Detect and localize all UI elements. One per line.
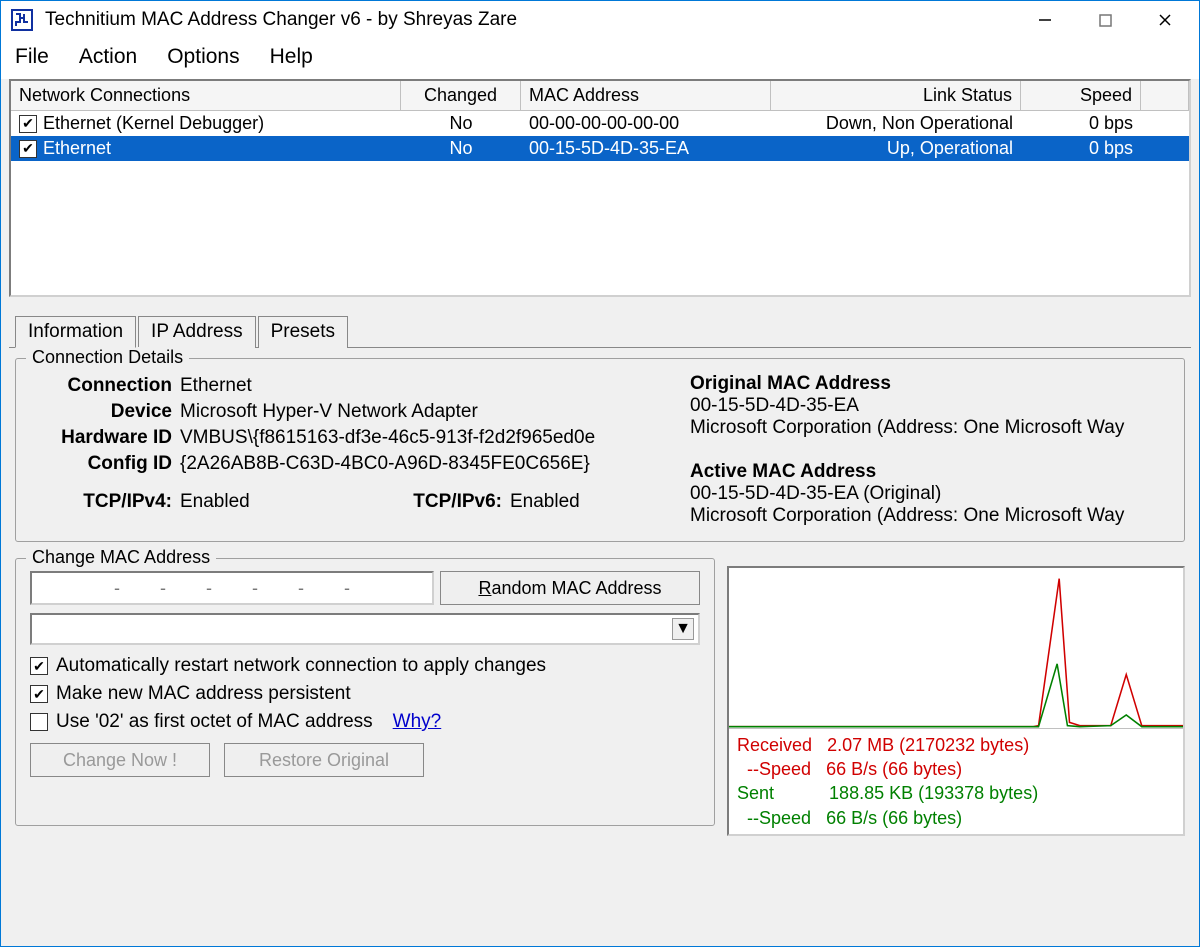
traffic-graph: Received 2.07 MB (2170232 bytes) --Speed… [727, 566, 1185, 836]
connections-list[interactable]: Network Connections Changed MAC Address … [9, 79, 1191, 297]
label-connection: Connection [30, 375, 180, 397]
auto-restart-label: Automatically restart network connection… [56, 655, 546, 677]
row-name: Ethernet (Kernel Debugger) [43, 113, 264, 134]
app-icon [9, 7, 35, 33]
connection-details-legend: Connection Details [26, 347, 189, 368]
recv-speed: 66 B/s (66 bytes) [826, 759, 962, 779]
persistent-label: Make new MAC address persistent [56, 683, 351, 705]
content-area: Network Connections Changed MAC Address … [1, 79, 1199, 946]
window-buttons [1015, 2, 1195, 38]
header-speed[interactable]: Speed [1021, 81, 1141, 110]
titlebar: Technitium MAC Address Changer v6 - by S… [1, 1, 1199, 39]
label-device: Device [30, 401, 180, 423]
tab-presets[interactable]: Presets [258, 316, 348, 348]
random-mac-button[interactable]: Random MAC Address [440, 571, 700, 605]
row-mac: 00-15-5D-4D-35-EA [521, 136, 771, 161]
use02-checkbox[interactable] [30, 713, 48, 731]
restore-original-button[interactable]: Restore Original [224, 743, 424, 777]
why-link[interactable]: Why? [393, 711, 442, 733]
value-ipv6: Enabled [510, 491, 670, 513]
maximize-button[interactable] [1075, 2, 1135, 38]
graph-stats: Received 2.07 MB (2170232 bytes) --Speed… [729, 728, 1183, 834]
tab-body: Connection Details Connection Ethernet D… [9, 347, 1191, 938]
close-button[interactable] [1135, 2, 1195, 38]
menu-help[interactable]: Help [270, 45, 313, 69]
value-hwid: VMBUS\{f8615163-df3e-46c5-913f-f2d2f965e… [180, 427, 670, 449]
original-mac-vendor: Microsoft Corporation (Address: One Micr… [690, 417, 1170, 439]
change-mac-group: Change MAC Address ------ Random MAC Add… [15, 558, 715, 826]
auto-restart-checkbox[interactable]: ✔ [30, 657, 48, 675]
connection-details-group: Connection Details Connection Ethernet D… [15, 358, 1185, 542]
sent-speed: 66 B/s (66 bytes) [826, 808, 962, 828]
recv-value: 2.07 MB (2170232 bytes) [827, 735, 1029, 755]
row-link: Up, Operational [771, 136, 1021, 161]
use02-label: Use '02' as first octet of MAC address [56, 711, 373, 733]
recv-label: Received [737, 735, 812, 755]
sent-label: Sent [737, 783, 774, 803]
graph-area [729, 568, 1183, 728]
list-row[interactable]: ✔ Ethernet No 00-15-5D-4D-35-EA Up, Oper… [11, 136, 1189, 161]
recv-speed-label: --Speed [747, 759, 811, 779]
app-window: Technitium MAC Address Changer v6 - by S… [0, 0, 1200, 947]
list-header: Network Connections Changed MAC Address … [11, 81, 1189, 111]
chevron-down-icon: ▼ [672, 618, 694, 640]
row-changed: No [401, 111, 521, 136]
label-cfgid: Config ID [30, 453, 180, 475]
value-ipv4: Enabled [180, 491, 380, 513]
value-cfgid: {2A26AB8B-C63D-4BC0-A96D-8345FE0C656E} [180, 453, 670, 475]
value-device: Microsoft Hyper-V Network Adapter [180, 401, 670, 423]
row-changed: No [401, 136, 521, 161]
row-link: Down, Non Operational [771, 111, 1021, 136]
active-mac-vendor: Microsoft Corporation (Address: One Micr… [690, 505, 1170, 527]
minimize-button[interactable] [1015, 2, 1075, 38]
sent-value: 188.85 KB (193378 bytes) [829, 783, 1038, 803]
header-name[interactable]: Network Connections [11, 81, 401, 110]
header-changed[interactable]: Changed [401, 81, 521, 110]
mac-input[interactable]: ------ [30, 571, 434, 605]
label-ipv4: TCP/IPv4: [30, 491, 180, 513]
label-hwid: Hardware ID [30, 427, 180, 449]
label-ipv6: TCP/IPv6: [380, 491, 510, 513]
menu-file[interactable]: File [15, 45, 49, 69]
change-now-button[interactable]: Change Now ! [30, 743, 210, 777]
original-mac-head: Original MAC Address [690, 373, 1170, 395]
row-speed: 0 bps [1021, 136, 1141, 161]
persistent-checkbox[interactable]: ✔ [30, 685, 48, 703]
row-name: Ethernet [43, 138, 111, 159]
window-title: Technitium MAC Address Changer v6 - by S… [45, 9, 1015, 31]
header-link[interactable]: Link Status [771, 81, 1021, 110]
row-checkbox[interactable]: ✔ [19, 140, 37, 158]
tab-ipaddress[interactable]: IP Address [138, 316, 256, 348]
tab-information[interactable]: Information [15, 316, 136, 348]
active-mac-head: Active MAC Address [690, 461, 1170, 483]
list-row[interactable]: ✔ Ethernet (Kernel Debugger) No 00-00-00… [11, 111, 1189, 136]
row-checkbox[interactable]: ✔ [19, 115, 37, 133]
header-mac[interactable]: MAC Address [521, 81, 771, 110]
active-mac-value: 00-15-5D-4D-35-EA (Original) [690, 483, 1170, 505]
vendor-combo[interactable]: ▼ [30, 613, 700, 645]
value-connection: Ethernet [180, 375, 670, 397]
row-speed: 0 bps [1021, 111, 1141, 136]
menu-action[interactable]: Action [79, 45, 137, 69]
tabs: Information IP Address Presets [9, 315, 1191, 347]
menu-options[interactable]: Options [167, 45, 239, 69]
menubar: File Action Options Help [1, 39, 1199, 79]
header-spacer [1141, 81, 1189, 110]
sent-speed-label: --Speed [747, 808, 811, 828]
row-mac: 00-00-00-00-00-00 [521, 111, 771, 136]
change-mac-legend: Change MAC Address [26, 547, 216, 568]
original-mac-value: 00-15-5D-4D-35-EA [690, 395, 1170, 417]
